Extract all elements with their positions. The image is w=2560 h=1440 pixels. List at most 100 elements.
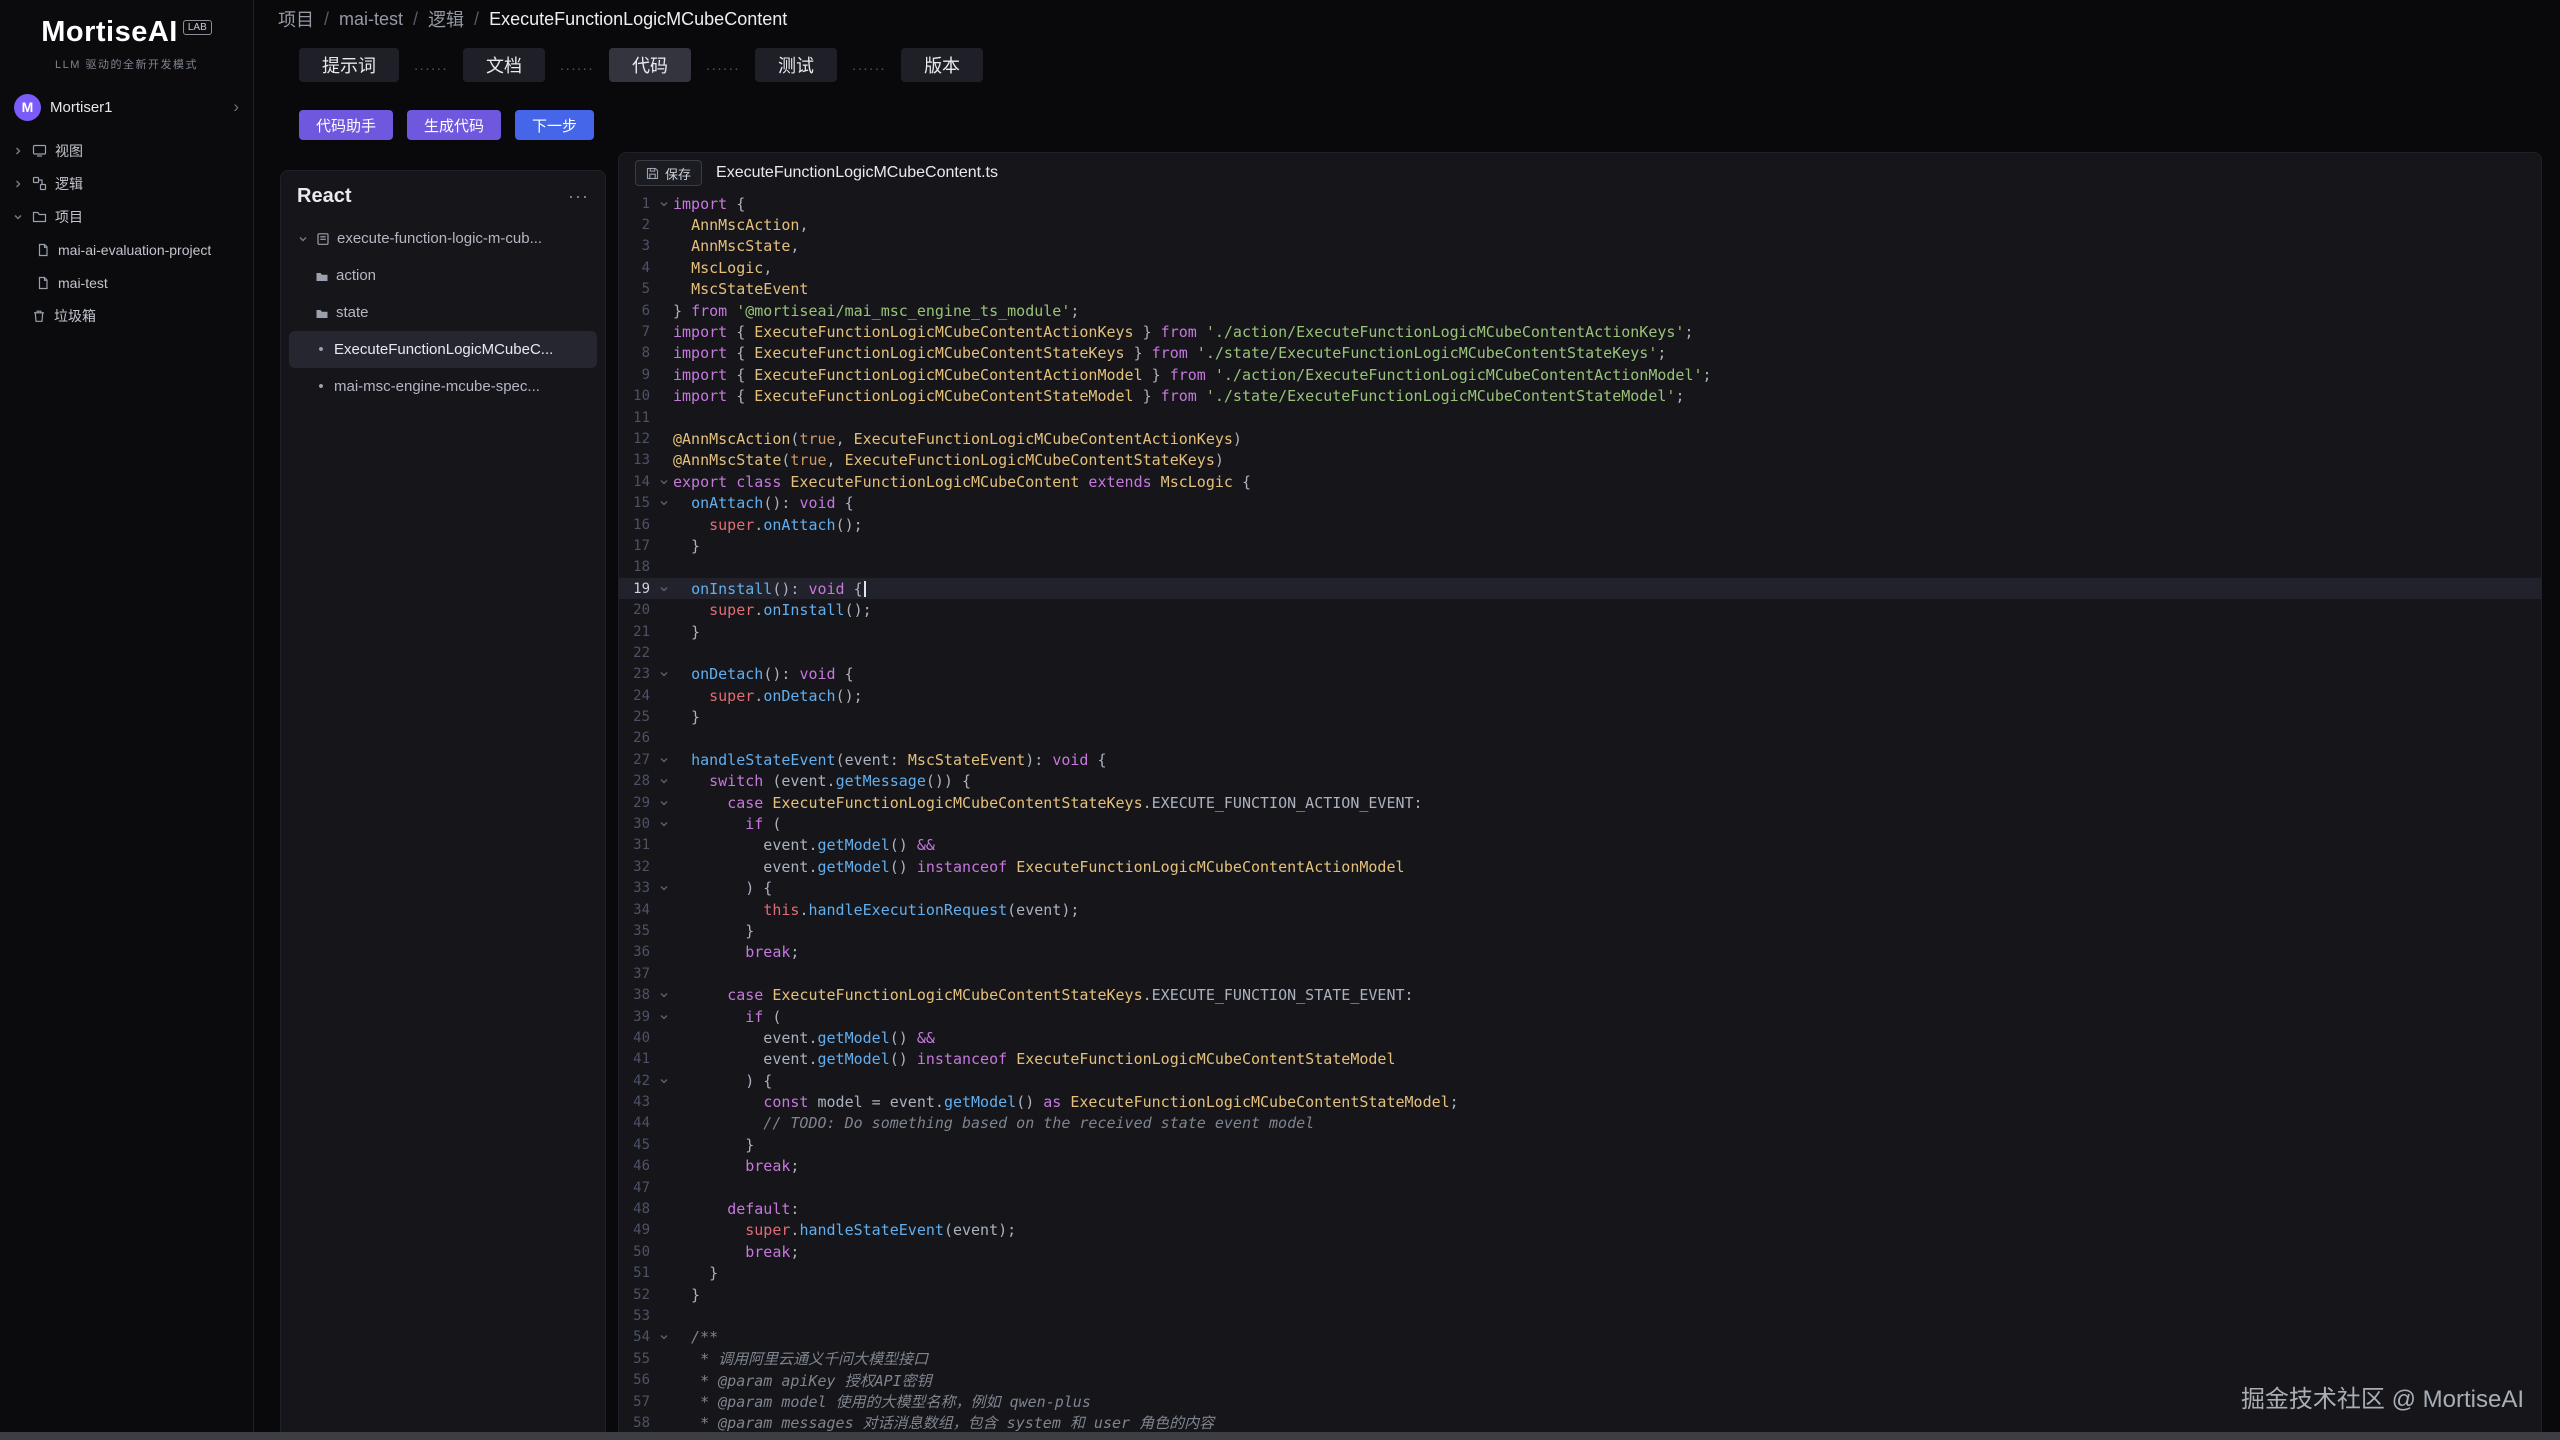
user-menu[interactable]: M Mortiser1 ›: [0, 86, 253, 128]
code-line[interactable]: 42 ) {: [619, 1070, 2541, 1091]
chevron-down-icon[interactable]: [655, 669, 673, 679]
chevron-down-icon[interactable]: [655, 1332, 673, 1342]
sidebar-item-mai-ai-evaluation-project[interactable]: mai-ai-evaluation-project: [0, 233, 253, 266]
line-number[interactable]: 9: [619, 367, 655, 383]
code-line[interactable]: 51 }: [619, 1263, 2541, 1284]
tab-code[interactable]: 代码: [609, 48, 691, 82]
line-number[interactable]: 14: [619, 474, 655, 490]
line-number[interactable]: 46: [619, 1158, 655, 1174]
code-line[interactable]: 27 handleStateEvent(event: MscStateEvent…: [619, 749, 2541, 770]
tab-test[interactable]: 测试: [755, 48, 837, 82]
more-options-icon[interactable]: ···: [568, 186, 589, 207]
line-number[interactable]: 52: [619, 1287, 655, 1303]
code-line[interactable]: 12@AnnMscAction(true, ExecuteFunctionLog…: [619, 428, 2541, 449]
line-number[interactable]: 8: [619, 345, 655, 361]
code-line[interactable]: 3 AnnMscState,: [619, 236, 2541, 257]
line-number[interactable]: 51: [619, 1265, 655, 1281]
sidebar-item-trash[interactable]: 垃圾箱: [0, 299, 253, 332]
code-line[interactable]: 37: [619, 963, 2541, 984]
chevron-down-icon[interactable]: [655, 584, 673, 594]
chevron-down-icon[interactable]: [655, 477, 673, 487]
code-line[interactable]: 2 AnnMscAction,: [619, 214, 2541, 235]
line-number[interactable]: 44: [619, 1115, 655, 1131]
line-number[interactable]: 23: [619, 666, 655, 682]
line-number[interactable]: 10: [619, 388, 655, 404]
line-number[interactable]: 7: [619, 324, 655, 340]
line-number[interactable]: 37: [619, 966, 655, 982]
code-line[interactable]: 6} from '@mortiseai/mai_msc_engine_ts_mo…: [619, 300, 2541, 321]
chevron-down-icon[interactable]: [655, 883, 673, 893]
sidebar-item-project[interactable]: 项目: [0, 200, 253, 233]
line-number[interactable]: 5: [619, 281, 655, 297]
breadcrumb-item[interactable]: 逻辑: [428, 6, 464, 32]
tab-prompt[interactable]: 提示词: [299, 48, 399, 82]
line-number[interactable]: 32: [619, 859, 655, 875]
code-line[interactable]: 20 super.onInstall();: [619, 599, 2541, 620]
code-line[interactable]: 10import { ExecuteFunctionLogicMCubeCont…: [619, 386, 2541, 407]
line-number[interactable]: 20: [619, 602, 655, 618]
line-number[interactable]: 42: [619, 1073, 655, 1089]
tree-item-action-folder[interactable]: action: [289, 257, 597, 294]
breadcrumb-item[interactable]: 项目: [278, 6, 314, 32]
generate-code-button[interactable]: 生成代码: [407, 110, 501, 140]
code-line[interactable]: 22: [619, 642, 2541, 663]
line-number[interactable]: 26: [619, 730, 655, 746]
line-number[interactable]: 58: [619, 1415, 655, 1431]
code-line[interactable]: 4 MscLogic,: [619, 257, 2541, 278]
code-line[interactable]: 23 onDetach(): void {: [619, 664, 2541, 685]
chevron-down-icon[interactable]: [655, 1076, 673, 1086]
line-number[interactable]: 27: [619, 752, 655, 768]
code-line[interactable]: 18: [619, 557, 2541, 578]
code-line[interactable]: 8import { ExecuteFunctionLogicMCubeConte…: [619, 343, 2541, 364]
code-line[interactable]: 24 super.onDetach();: [619, 685, 2541, 706]
breadcrumb-item[interactable]: mai-test: [339, 9, 403, 30]
line-number[interactable]: 47: [619, 1180, 655, 1196]
chevron-down-icon[interactable]: [655, 498, 673, 508]
code-line[interactable]: 5 MscStateEvent: [619, 279, 2541, 300]
tab-version[interactable]: 版本: [901, 48, 983, 82]
code-line[interactable]: 55 * 调用阿里云通义千问大模型接口: [619, 1348, 2541, 1369]
code-line[interactable]: 35 }: [619, 920, 2541, 941]
chevron-down-icon[interactable]: [655, 819, 673, 829]
line-number[interactable]: 28: [619, 773, 655, 789]
chevron-down-icon[interactable]: [655, 990, 673, 1000]
code-line[interactable]: 45 }: [619, 1134, 2541, 1155]
code-line[interactable]: 30 if (: [619, 813, 2541, 834]
line-number[interactable]: 30: [619, 816, 655, 832]
tab-docs[interactable]: 文档: [463, 48, 545, 82]
code-line[interactable]: 41 event.getModel() instanceof ExecuteFu…: [619, 1049, 2541, 1070]
line-number[interactable]: 16: [619, 517, 655, 533]
code-line[interactable]: 52 }: [619, 1284, 2541, 1305]
code-line[interactable]: 25 }: [619, 706, 2541, 727]
line-number[interactable]: 56: [619, 1372, 655, 1388]
code-line[interactable]: 21 }: [619, 621, 2541, 642]
line-number[interactable]: 35: [619, 923, 655, 939]
code-line[interactable]: 58 * @param messages 对话消息数组，包含 system 和 …: [619, 1412, 2541, 1432]
chevron-right-icon[interactable]: [12, 179, 24, 189]
tree-item-execute-function-logic-module[interactable]: execute-function-logic-m-cub...: [289, 220, 597, 257]
code-line[interactable]: 19 onInstall(): void {: [619, 578, 2541, 599]
line-number[interactable]: 49: [619, 1222, 655, 1238]
line-number[interactable]: 53: [619, 1308, 655, 1324]
code-line[interactable]: 36 break;: [619, 942, 2541, 963]
line-number[interactable]: 22: [619, 645, 655, 661]
line-number[interactable]: 41: [619, 1051, 655, 1067]
line-number[interactable]: 25: [619, 709, 655, 725]
chevron-down-icon[interactable]: [655, 776, 673, 786]
code-line[interactable]: 13@AnnMscState(true, ExecuteFunctionLogi…: [619, 450, 2541, 471]
code-line[interactable]: 9import { ExecuteFunctionLogicMCubeConte…: [619, 364, 2541, 385]
code-line[interactable]: 29 case ExecuteFunctionLogicMCubeContent…: [619, 792, 2541, 813]
code-line[interactable]: 17 }: [619, 535, 2541, 556]
line-number[interactable]: 39: [619, 1009, 655, 1025]
chevron-down-icon[interactable]: [655, 755, 673, 765]
chevron-down-icon[interactable]: [12, 212, 24, 222]
code-line[interactable]: 32 event.getModel() instanceof ExecuteFu…: [619, 856, 2541, 877]
line-number[interactable]: 1: [619, 196, 655, 212]
code-line[interactable]: 33 ) {: [619, 878, 2541, 899]
line-number[interactable]: 34: [619, 902, 655, 918]
line-number[interactable]: 40: [619, 1030, 655, 1046]
chevron-right-icon[interactable]: [12, 146, 24, 156]
line-number[interactable]: 19: [619, 581, 655, 597]
code-line[interactable]: 31 event.getModel() &&: [619, 835, 2541, 856]
line-number[interactable]: 55: [619, 1351, 655, 1367]
